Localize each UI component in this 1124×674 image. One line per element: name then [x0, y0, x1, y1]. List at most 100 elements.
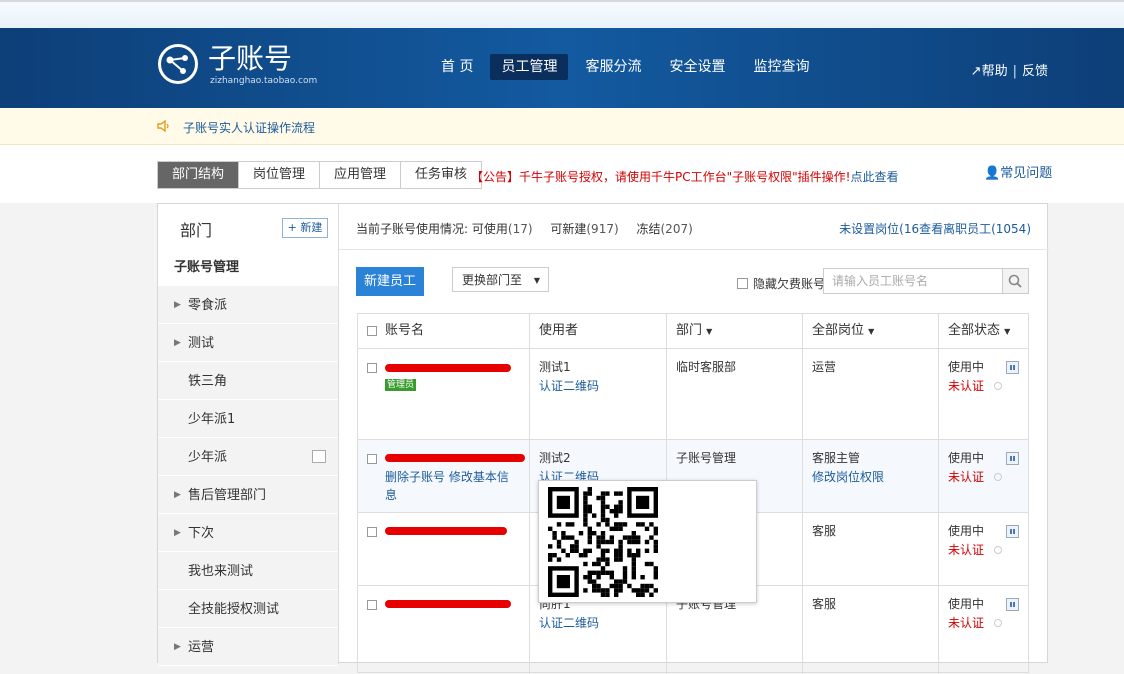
row-post: 客服主管	[812, 451, 861, 465]
caret-down-icon: ▼	[1004, 327, 1011, 336]
add-employee-button[interactable]: 新建员工	[356, 267, 424, 296]
sidebar-item-label: 全技能授权测试	[188, 602, 280, 617]
tab-posts[interactable]: 岗位管理	[239, 162, 321, 188]
sidebar-item-aftersales[interactable]: ▶ 售后管理部门	[158, 477, 338, 514]
tab-apps[interactable]: 应用管理	[320, 162, 402, 188]
help-icon[interactable]	[994, 473, 1002, 481]
sidebar-item-youth1[interactable]: 少年派1	[158, 401, 338, 438]
logo-title: 子账号	[208, 42, 293, 75]
row-checkbox[interactable]	[367, 363, 377, 373]
move-department-dropdown[interactable]: 更换部门至 ▼	[452, 267, 549, 292]
edit-post-permission-link[interactable]: 修改岗位权限	[812, 468, 884, 487]
nav-home[interactable]: 首 页	[430, 54, 484, 80]
row-dept: 临时客服部	[676, 360, 737, 374]
help-link[interactable]: 帮助	[982, 64, 1008, 79]
search-icon	[1008, 274, 1022, 288]
menu-icon[interactable]	[312, 450, 326, 463]
divider	[339, 249, 1049, 250]
unset-post-link[interactable]: 未设置岗位(16查看离职员工(1054)	[839, 220, 1031, 237]
sidebar-header: 部门 + 新建	[158, 204, 338, 250]
expand-arrow-icon[interactable]: ▶	[174, 515, 181, 552]
redacted-account	[385, 527, 507, 535]
row-dept: 子账号管理	[676, 451, 737, 465]
sidebar-item-operations[interactable]: ▶ 运营	[158, 629, 338, 666]
sidebar-item-full-skill[interactable]: 全技能授权测试	[158, 591, 338, 628]
row-post: 运营	[812, 360, 837, 374]
header-status[interactable]: 全部状态 ▼	[948, 314, 1010, 348]
hide-arrears-checkbox[interactable]	[737, 278, 748, 289]
pause-icon[interactable]	[1006, 361, 1019, 374]
sidebar-item-next[interactable]: ▶ 下次	[158, 515, 338, 552]
new-department-button[interactable]: + 新建	[282, 218, 328, 238]
sidebar-item-subaccount-mgmt[interactable]: 子账号管理	[158, 249, 338, 286]
pause-icon[interactable]	[1006, 452, 1019, 465]
row-checkbox[interactable]	[367, 527, 377, 537]
column-divider	[529, 314, 530, 674]
help-icon[interactable]	[994, 546, 1002, 554]
nav-security[interactable]: 安全设置	[658, 54, 736, 80]
expand-arrow-icon[interactable]: ▶	[174, 629, 181, 666]
qr-link[interactable]: 认证二维码	[539, 377, 599, 396]
expand-arrow-icon[interactable]: ▶	[174, 287, 181, 324]
announcement-link[interactable]: 点此查看	[850, 170, 898, 184]
speaker-icon	[157, 119, 169, 133]
search-button[interactable]	[1003, 268, 1029, 294]
user-help-icon: 👤	[984, 166, 1001, 181]
row-cert-status: 未认证	[948, 379, 985, 393]
sidebar-item-label: 少年派1	[188, 412, 236, 427]
sidebar-item-label: 我也来测试	[188, 564, 254, 579]
row-cert-status: 未认证	[948, 543, 985, 557]
help-icon[interactable]	[994, 382, 1002, 390]
help-links: ↗帮助 | 反馈	[971, 60, 1048, 79]
pause-icon[interactable]	[1006, 598, 1019, 611]
tab-department[interactable]: 部门结构	[158, 162, 240, 188]
row-post: 客服	[812, 597, 837, 611]
row-status: 使用中	[948, 597, 985, 611]
announcement: 【公告】千牛子账号授权，请使用千牛PC工作台"子账号权限"插件操作!点此查看	[471, 168, 898, 185]
nav-staff[interactable]: 员工管理	[490, 54, 569, 80]
tab-task-review[interactable]: 任务审核	[401, 162, 482, 188]
sidebar-item-triangle[interactable]: 铁三角	[158, 363, 338, 400]
select-all-checkbox[interactable]	[367, 326, 377, 336]
available-label: 可使用	[471, 222, 508, 236]
row-user: 测试2	[539, 451, 571, 465]
search-input[interactable]: 请输入员工账号名	[823, 268, 1003, 294]
caret-down-icon: ▼	[706, 327, 713, 336]
sidebar-item-test[interactable]: ▶ 测试	[158, 325, 338, 362]
qr-code-icon[interactable]	[548, 487, 658, 597]
department-sidebar: 部门 + 新建 子账号管理 ▶ 零食派 ▶ 测试 铁三角 少年派1 少年派 ▶ 售后管…	[158, 204, 339, 666]
help-icon[interactable]	[994, 619, 1002, 627]
nav-service-routing[interactable]: 客服分流	[574, 54, 652, 80]
row-divider	[358, 348, 1028, 349]
expand-arrow-icon[interactable]: ▶	[174, 325, 181, 362]
sidebar-item-youth[interactable]: 少年派	[158, 439, 338, 476]
row-user: 测试1	[539, 360, 571, 374]
sidebar-item-label: 零食派	[188, 298, 228, 313]
sidebar-item-me-too[interactable]: 我也来测试	[158, 553, 338, 590]
external-link-icon: ↗	[970, 64, 982, 79]
faq-link[interactable]: 👤常见问题	[984, 162, 1052, 181]
notice-link[interactable]: 子账号实人认证操作流程	[183, 119, 315, 136]
caret-down-icon: ▼	[868, 327, 875, 336]
expand-arrow-icon[interactable]: ▶	[174, 477, 181, 514]
pause-icon[interactable]	[1006, 525, 1019, 538]
sidebar-item-label: 子账号管理	[174, 260, 240, 275]
admin-badge: 管理员	[385, 379, 417, 391]
nav-monitor[interactable]: 监控查询	[742, 54, 820, 80]
faq-label: 常见问题	[1000, 166, 1053, 181]
sidebar-item-snacks[interactable]: ▶ 零食派	[158, 287, 338, 324]
row-actions-link[interactable]: 删除子账号 修改基本信	[385, 468, 509, 487]
feedback-link[interactable]: 反馈	[1022, 64, 1048, 79]
header-dept[interactable]: 部门 ▼	[676, 314, 712, 348]
qr-link[interactable]: 认证二维码	[539, 614, 599, 633]
creatable-count: (917)	[586, 222, 619, 236]
header-account: 账号名	[385, 323, 425, 338]
frozen-label: 冻结	[636, 222, 661, 236]
sidebar-item-label: 售后管理部门	[188, 488, 267, 503]
sidebar-title: 部门	[180, 221, 213, 240]
site-header: 子账号 zizhanghao.taobao.com 首 页 员工管理 客服分流 …	[0, 28, 1124, 108]
row-checkbox[interactable]	[367, 454, 377, 464]
header-post[interactable]: 全部岗位 ▼	[812, 314, 874, 348]
row-actions-link-cont[interactable]: 息	[385, 486, 397, 505]
row-checkbox[interactable]	[367, 600, 377, 610]
